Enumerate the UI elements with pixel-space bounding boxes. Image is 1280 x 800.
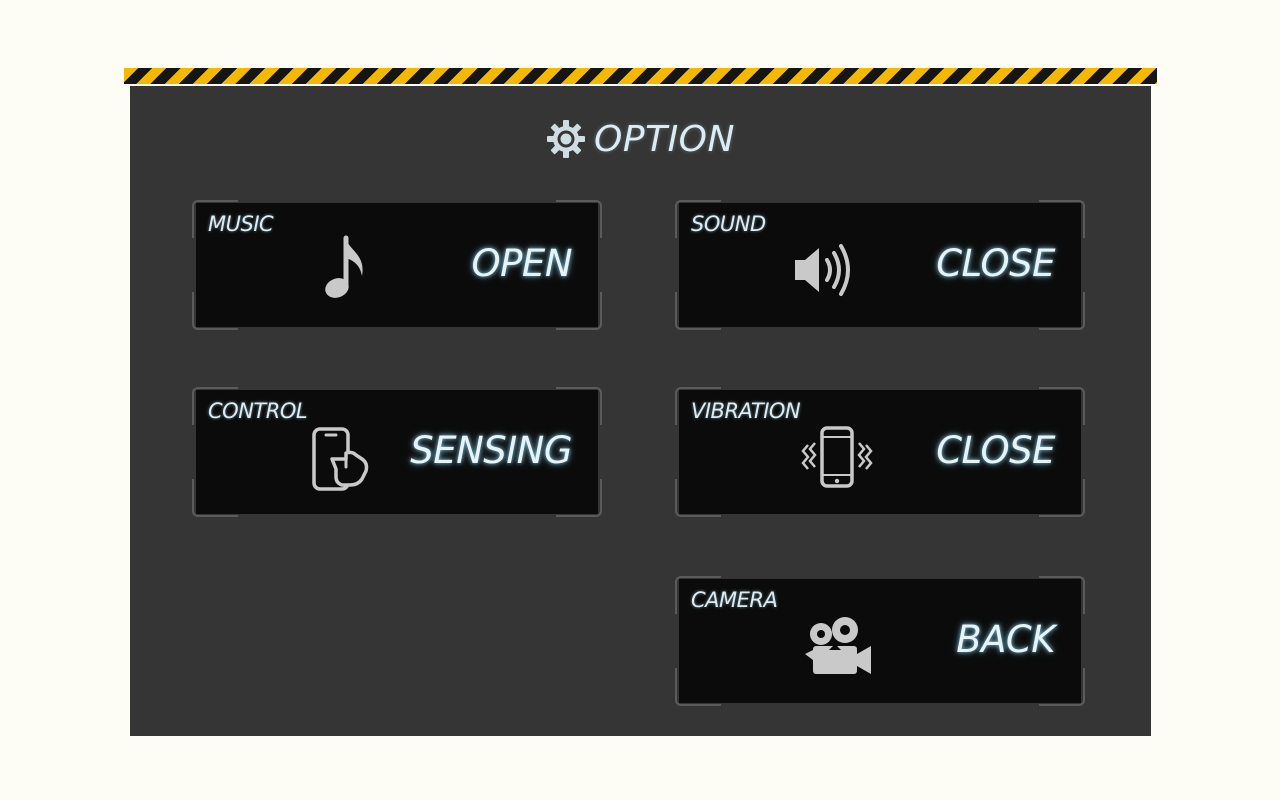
hazard-stripe xyxy=(124,68,1157,84)
camera-option[interactable]: CAMERA BACK xyxy=(675,576,1085,706)
vibration-value: CLOSE xyxy=(936,429,1055,472)
title-text: OPTION xyxy=(594,118,735,160)
page-title: OPTION xyxy=(130,114,1151,164)
camera-label: CAMERA xyxy=(691,588,778,612)
vibration-option[interactable]: VIBRATION CLOSE xyxy=(675,387,1085,517)
sound-option[interactable]: SOUND CLOSE xyxy=(675,200,1085,330)
music-note-icon xyxy=(300,228,384,312)
music-option[interactable]: MUSIC OPEN xyxy=(192,200,602,330)
control-value: SENSING xyxy=(410,429,572,472)
options-panel: OPTION MUSIC OPEN SOUND CLOSE CONTROL SE… xyxy=(130,86,1151,736)
video-camera-icon xyxy=(797,604,881,688)
speaker-icon xyxy=(783,228,867,312)
sound-label: SOUND xyxy=(691,212,766,236)
control-option[interactable]: CONTROL SENSING xyxy=(192,387,602,517)
phone-vibrate-icon xyxy=(795,415,879,499)
vibration-label: VIBRATION xyxy=(691,399,801,423)
phone-touch-icon xyxy=(300,415,384,499)
sound-value: CLOSE xyxy=(936,242,1055,285)
control-label: CONTROL xyxy=(208,399,308,423)
music-label: MUSIC xyxy=(208,212,274,236)
gear-icon xyxy=(547,120,586,158)
music-value: OPEN xyxy=(471,242,573,285)
camera-value: BACK xyxy=(956,618,1055,661)
